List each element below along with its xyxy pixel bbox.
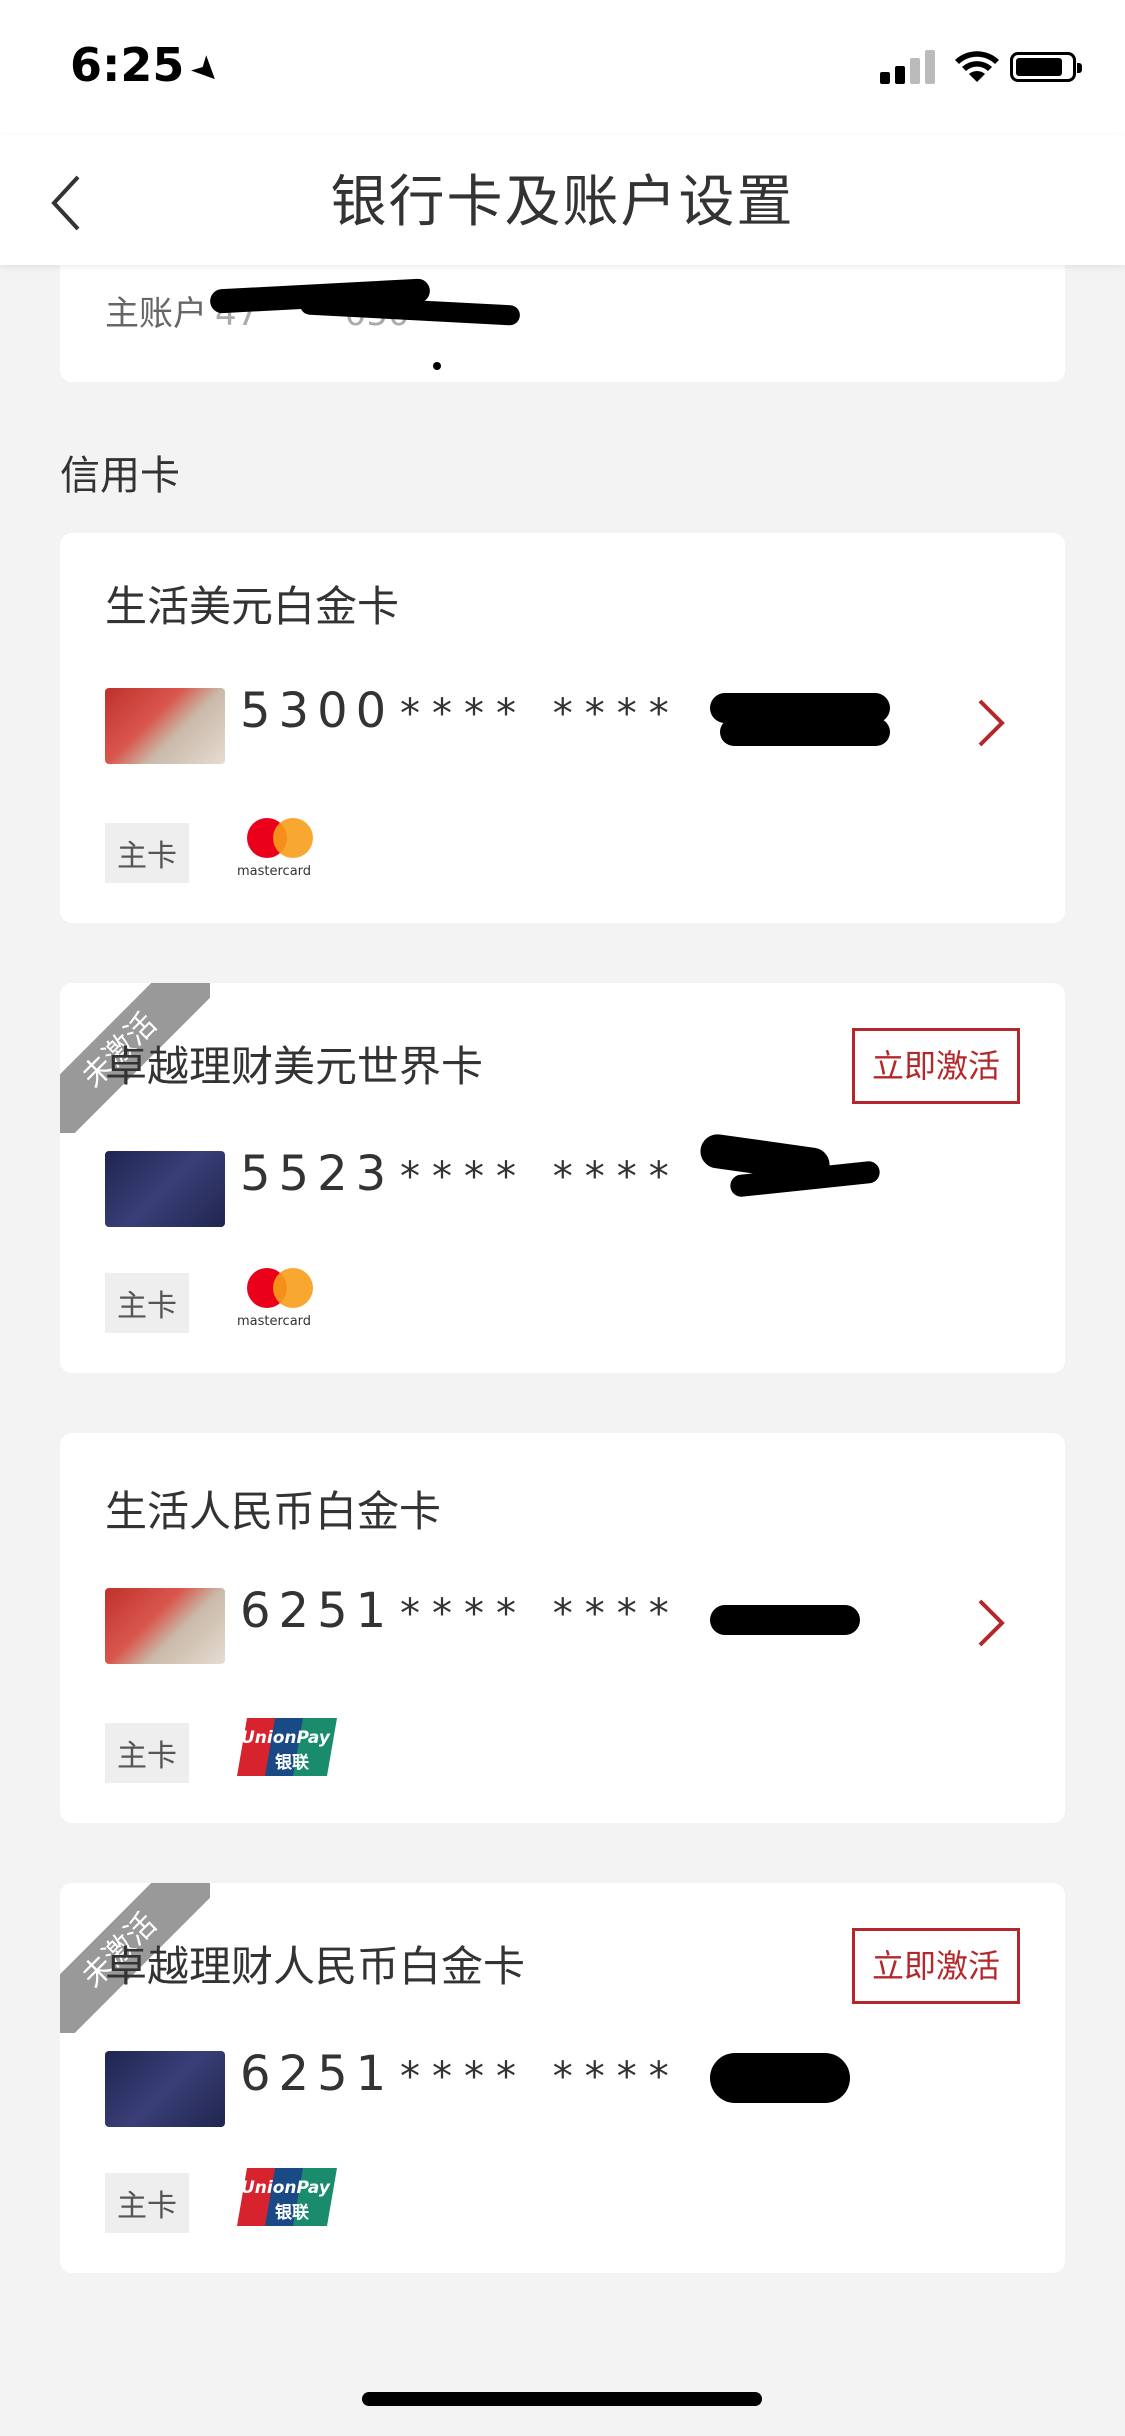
card-number-prefix: 5300 xyxy=(240,683,395,739)
battery-icon xyxy=(1010,52,1082,82)
unionpay-logo: UnionPay 银联 xyxy=(235,1716,339,1782)
card-thumbnail-navy xyxy=(105,2051,225,2127)
redaction-mark xyxy=(720,718,890,746)
redaction-mark xyxy=(433,362,441,370)
card-number-masked: **** **** xyxy=(400,1591,681,1637)
unionpay-logo: UnionPay 银联 xyxy=(235,2166,339,2232)
nav-bar: 银行卡及账户设置 xyxy=(0,135,1125,265)
credit-card-item[interactable]: 生活美元白金卡 5300 **** **** 主卡 mastercard xyxy=(60,533,1065,923)
status-bar: 6:25➤ xyxy=(0,0,1125,135)
card-number-masked: **** **** xyxy=(400,2054,681,2100)
unionpay-wordmark-en: UnionPay xyxy=(241,2178,330,2198)
card-thumbnail-navy xyxy=(105,1151,225,1227)
redaction-mark xyxy=(710,2053,850,2103)
card-number-masked: **** **** xyxy=(400,691,681,737)
card-thumbnail-red xyxy=(105,688,225,764)
chevron-right-icon[interactable] xyxy=(970,693,1010,753)
activate-button[interactable]: 立即激活 xyxy=(852,1028,1020,1104)
primary-card-tag: 主卡 xyxy=(105,1723,189,1783)
card-name: 卓越理财人民币白金卡 xyxy=(105,1942,526,1991)
credit-card-item[interactable]: 未激活 卓越理财人民币白金卡 立即激活 6251 **** **** 主卡 Un… xyxy=(60,1883,1065,2273)
mastercard-logo: mastercard xyxy=(235,816,325,879)
page-title: 银行卡及账户设置 xyxy=(330,170,795,235)
card-thumbnail-red xyxy=(105,1588,225,1664)
card-number-prefix: 6251 xyxy=(240,1583,395,1639)
mastercard-logo: mastercard xyxy=(235,1266,325,1329)
unionpay-wordmark-en: UnionPay xyxy=(241,1728,330,1748)
card-name: 卓越理财美元世界卡 xyxy=(105,1042,484,1091)
mastercard-wordmark: mastercard xyxy=(237,1314,312,1329)
redaction-mark xyxy=(710,1605,860,1635)
card-number-prefix: 5523 xyxy=(240,1146,395,1202)
activate-button[interactable]: 立即激活 xyxy=(852,1928,1020,2004)
wifi-icon xyxy=(955,51,999,82)
unionpay-wordmark-cn: 银联 xyxy=(275,2203,309,2223)
primary-card-tag: 主卡 xyxy=(105,1273,189,1333)
home-indicator[interactable] xyxy=(362,2392,762,2406)
status-time: 6:25➤ xyxy=(70,38,231,95)
credit-card-section-title: 信用卡 xyxy=(60,453,180,499)
credit-card-item[interactable]: 生活人民币白金卡 6251 **** **** 主卡 UnionPay 银联 xyxy=(60,1433,1065,1823)
chevron-right-icon[interactable] xyxy=(970,1593,1010,1653)
cellular-signal-icon xyxy=(880,48,936,84)
primary-card-tag: 主卡 xyxy=(105,2173,189,2233)
mastercard-wordmark: mastercard xyxy=(237,864,312,879)
card-name: 生活人民币白金卡 xyxy=(105,1487,442,1536)
card-number-prefix: 6251 xyxy=(240,2046,395,2102)
card-name: 生活美元白金卡 xyxy=(105,582,400,631)
unionpay-wordmark-cn: 银联 xyxy=(275,1753,309,1773)
primary-card-tag: 主卡 xyxy=(105,823,189,883)
location-arrow-icon: ➤ xyxy=(182,45,231,95)
credit-card-item[interactable]: 未激活 卓越理财美元世界卡 立即激活 5523 **** **** 主卡 mas… xyxy=(60,983,1065,1373)
card-number-masked: **** **** xyxy=(400,1154,681,1200)
main-account-label: 主账户 xyxy=(105,294,207,334)
